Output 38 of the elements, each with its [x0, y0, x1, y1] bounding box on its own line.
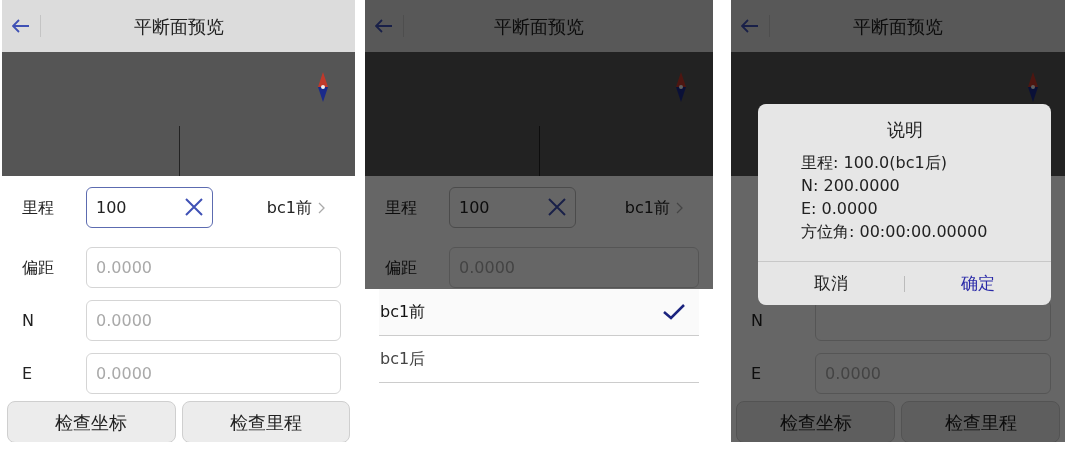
confirm-button[interactable]: 确定: [905, 261, 1051, 306]
back-icon: [12, 19, 30, 33]
compass-icon: [1028, 72, 1038, 102]
screen-title: 平断面预览: [494, 14, 584, 39]
field-label: N: [22, 309, 35, 332]
input-field[interactable]: 0.0000: [86, 353, 341, 394]
screen-title: 平断面预览: [853, 14, 943, 39]
info-line: N: 200.0000: [801, 175, 901, 197]
field-label: 里程: [385, 196, 418, 219]
field-label: N: [751, 309, 764, 332]
field-label: 里程: [22, 196, 55, 219]
info-line: 方位角: 00:00:00.00000: [801, 221, 989, 243]
input-field[interactable]: 0.0000: [86, 247, 341, 288]
back-icon: [741, 19, 759, 33]
info-line: E: 0.0000: [801, 198, 879, 220]
field-label: E: [751, 362, 763, 385]
direction-selector[interactable]: bc1前: [266, 195, 325, 220]
compass-icon: [318, 72, 328, 102]
field-label: E: [22, 362, 34, 385]
screen-title: 平断面预览: [133, 14, 224, 39]
action-button[interactable]: 检查坐标: [7, 401, 176, 442]
option-item[interactable]: bc1前: [379, 289, 699, 336]
center-line: [178, 126, 180, 176]
clear-button[interactable]: [547, 197, 567, 217]
field-label: 偏距: [385, 256, 418, 279]
field-label: 偏距: [22, 256, 55, 279]
cancel-button[interactable]: 取消: [758, 261, 904, 306]
input-field[interactable]: 0.0000: [86, 300, 341, 341]
info-line: 里程: 100.0(bc1后): [801, 152, 948, 174]
action-button[interactable]: 检查里程: [181, 401, 350, 442]
input-field[interactable]: 100: [86, 187, 213, 228]
compass-icon: [676, 72, 686, 102]
dialog-title: 说明: [885, 118, 924, 142]
back-icon: [375, 19, 393, 33]
chevron-icon: [676, 201, 683, 214]
check-icon: [663, 304, 685, 320]
clear-button[interactable]: [184, 197, 204, 217]
chevron-icon: [318, 201, 325, 214]
